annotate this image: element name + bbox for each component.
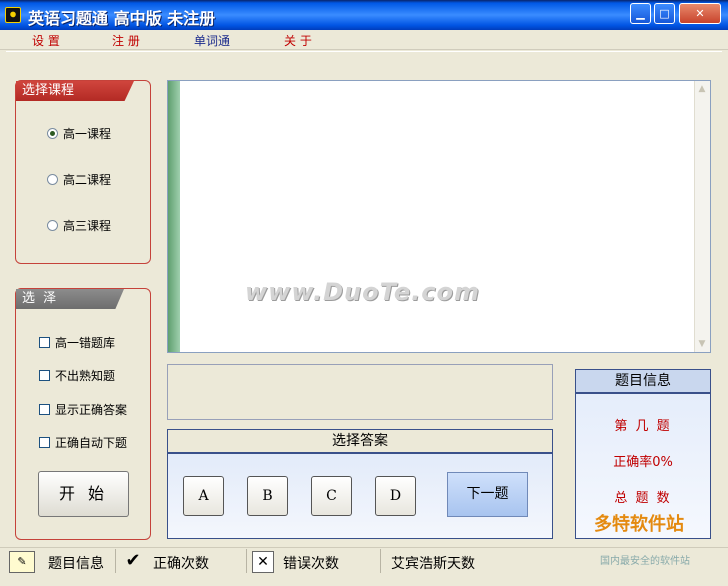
status-wrong-count: 错误次数 bbox=[283, 556, 339, 572]
close-button[interactable]: ✕ bbox=[679, 3, 721, 24]
total-questions: 总 题 数 bbox=[614, 491, 672, 506]
scroll-up-icon[interactable]: ▲ bbox=[695, 82, 709, 96]
watermark: www.DuoTe.com bbox=[245, 278, 480, 306]
divider bbox=[115, 549, 116, 573]
check-wrong-bank[interactable]: 高一错题库 bbox=[39, 334, 115, 351]
menu-settings[interactable]: 设 置 bbox=[32, 32, 60, 49]
divider bbox=[6, 51, 722, 52]
check-show-answer[interactable]: 显示正确答案 bbox=[39, 401, 127, 418]
answer-b-button[interactable]: B bbox=[247, 476, 288, 516]
checkbox-label: 不出熟知题 bbox=[55, 369, 116, 383]
site-logo: 多特软件站 bbox=[594, 514, 684, 535]
options-group-title: 选 泽 bbox=[16, 289, 124, 309]
divider bbox=[246, 549, 247, 573]
window-title: 英语习题通 高中版 未注册 bbox=[28, 9, 216, 28]
check-skip-known[interactable]: 不出熟知题 bbox=[39, 367, 115, 384]
menu-word-tool[interactable]: 单词通 bbox=[194, 32, 230, 49]
question-number: 第 几 题 bbox=[614, 419, 672, 434]
menu-register[interactable]: 注 册 bbox=[112, 32, 140, 49]
course-group-title: 选择课程 bbox=[16, 81, 134, 101]
scroll-down-icon[interactable]: ▼ bbox=[695, 337, 709, 351]
answer-a-button[interactable]: A bbox=[183, 476, 224, 516]
cross-icon: ✕ bbox=[252, 551, 274, 573]
radio-course-1[interactable]: 高一课程 bbox=[47, 125, 111, 142]
answer-c-button[interactable]: C bbox=[311, 476, 352, 516]
status-question-info: 题目信息 bbox=[48, 556, 104, 572]
radio-course-2[interactable]: 高二课程 bbox=[47, 171, 111, 188]
radio-course-3[interactable]: 高三课程 bbox=[47, 217, 111, 234]
maximize-button[interactable]: □ bbox=[654, 3, 675, 24]
divider bbox=[380, 549, 381, 573]
pencil-icon: ✎ bbox=[9, 551, 35, 573]
status-ebbinghaus-days: 艾宾浩斯天数 bbox=[391, 556, 475, 572]
app-icon: ⏺ bbox=[5, 7, 21, 23]
info-panel-title: 题目信息 bbox=[576, 370, 710, 394]
question-text-area[interactable] bbox=[167, 80, 711, 353]
accuracy-rate: 正确率0% bbox=[613, 455, 673, 470]
check-auto-next[interactable]: 正确自动下题 bbox=[39, 434, 127, 451]
radio-label: 高二课程 bbox=[63, 173, 112, 187]
checkbox-icon[interactable] bbox=[39, 370, 50, 381]
answer-d-button[interactable]: D bbox=[375, 476, 416, 516]
menu-about[interactable]: 关 于 bbox=[284, 32, 312, 49]
minimize-button[interactable]: ▁ bbox=[630, 3, 651, 24]
text-area-gutter bbox=[168, 81, 180, 352]
checkbox-label: 显示正确答案 bbox=[55, 403, 128, 417]
check-icon: ✔ bbox=[125, 550, 141, 571]
vertical-scrollbar[interactable] bbox=[694, 81, 710, 352]
menu-bar bbox=[0, 30, 728, 50]
checkbox-icon[interactable] bbox=[39, 337, 50, 348]
site-logo-subtitle: 国内最安全的软件站 bbox=[600, 556, 690, 567]
feedback-box bbox=[167, 364, 553, 420]
radio-icon[interactable] bbox=[47, 174, 58, 185]
answer-panel-title: 选择答案 bbox=[168, 430, 552, 454]
checkbox-icon[interactable] bbox=[39, 404, 50, 415]
status-correct-count: 正确次数 bbox=[153, 556, 209, 572]
checkbox-label: 正确自动下题 bbox=[55, 436, 128, 450]
checkbox-icon[interactable] bbox=[39, 437, 50, 448]
checkbox-label: 高一错题库 bbox=[55, 336, 116, 350]
radio-icon[interactable] bbox=[47, 220, 58, 231]
radio-label: 高三课程 bbox=[63, 219, 112, 233]
start-button[interactable]: 开 始 bbox=[38, 471, 129, 517]
next-question-button[interactable]: 下一题 bbox=[447, 472, 528, 517]
radio-label: 高一课程 bbox=[63, 127, 112, 141]
radio-icon[interactable] bbox=[47, 128, 58, 139]
